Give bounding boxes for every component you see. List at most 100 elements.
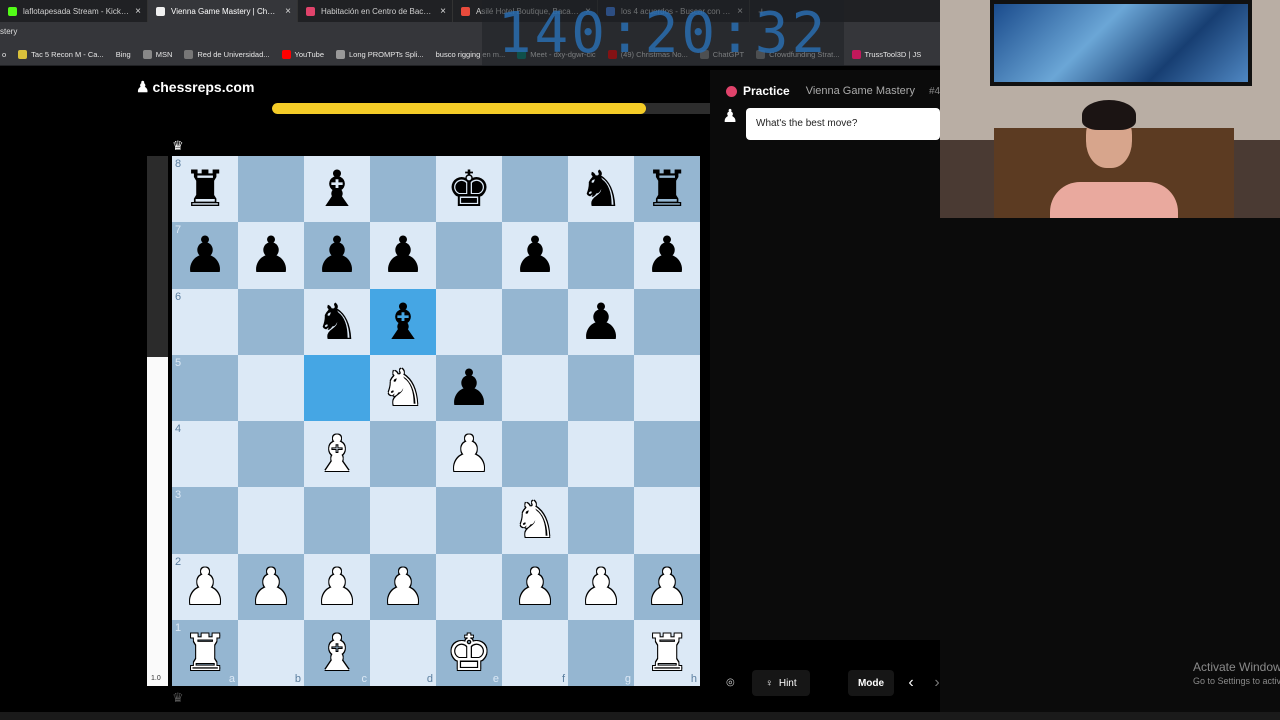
black-pawn-icon[interactable]: ♟ bbox=[447, 363, 492, 413]
tab-close-icon[interactable]: × bbox=[285, 6, 291, 17]
black-pawn-icon[interactable]: ♟ bbox=[579, 297, 624, 347]
white-pawn-icon[interactable]: ♟ bbox=[447, 429, 492, 479]
square-h3[interactable] bbox=[634, 487, 700, 554]
white-pawn-icon[interactable]: ♟ bbox=[645, 562, 690, 612]
square-c3[interactable] bbox=[304, 487, 370, 554]
square-a6[interactable]: 6 bbox=[172, 288, 238, 355]
black-pawn-icon[interactable]: ♟ bbox=[315, 230, 360, 280]
square-e4[interactable]: ♟ bbox=[436, 421, 502, 488]
square-b6[interactable] bbox=[238, 288, 304, 355]
square-a8[interactable]: 8 ♜ bbox=[172, 156, 238, 223]
white-bishop-icon[interactable]: ♝ bbox=[315, 429, 360, 479]
browser-tab[interactable]: laflotapesada Stream - Kick Dashb × bbox=[0, 0, 148, 22]
white-pawn-icon[interactable]: ♟ bbox=[315, 562, 360, 612]
square-e6[interactable] bbox=[436, 288, 502, 355]
white-rook-icon[interactable]: ♜ bbox=[183, 628, 228, 678]
bookmark-item[interactable]: o bbox=[2, 50, 6, 59]
white-pawn-icon[interactable]: ♟ bbox=[513, 562, 558, 612]
black-rook-icon[interactable]: ♜ bbox=[645, 164, 690, 214]
square-e5[interactable]: ♟ bbox=[436, 354, 502, 421]
black-king-icon[interactable]: ♚ bbox=[447, 164, 492, 214]
square-a1[interactable]: 1 a ♜ bbox=[172, 619, 238, 686]
black-pawn-icon[interactable]: ♟ bbox=[645, 230, 690, 280]
black-bishop-icon[interactable]: ♝ bbox=[315, 164, 360, 214]
square-f2[interactable]: ♟ bbox=[502, 553, 568, 620]
square-d6[interactable]: ♝ bbox=[370, 288, 436, 355]
black-pawn-icon[interactable]: ♟ bbox=[183, 230, 228, 280]
black-rook-icon[interactable]: ♜ bbox=[183, 164, 228, 214]
bookmark-item[interactable]: Red de Universidad... bbox=[184, 50, 270, 59]
hint-button[interactable]: ♀ Hint bbox=[752, 670, 810, 696]
square-c5[interactable] bbox=[304, 354, 370, 421]
square-d1[interactable]: d bbox=[370, 619, 436, 686]
square-f3[interactable]: ♞ bbox=[502, 487, 568, 554]
chess-board[interactable]: 8 ♜ ♝ ♚ ♞ ♜ 7 ♟ ♟ ♟ ♟ ♟ ♟ 6 ♞ ♝ ♟ 5 ♞ ♟ 4 ♝ ♟ 3 ♞ 2 ♟ ♟ ♟ ♟ ♟ ♟ ♟ 1 a ♜ b c ♝ d… bbox=[172, 156, 700, 686]
square-h1[interactable]: h ♜ bbox=[634, 619, 700, 686]
browser-tab[interactable]: Habitación en Centro de Bacalar × bbox=[298, 0, 453, 22]
bookmark-item[interactable]: TrussTool3D | JS bbox=[851, 50, 921, 59]
white-king-icon[interactable]: ♚ bbox=[447, 628, 492, 678]
square-f7[interactable]: ♟ bbox=[502, 222, 568, 289]
square-b4[interactable] bbox=[238, 421, 304, 488]
square-b3[interactable] bbox=[238, 487, 304, 554]
square-h6[interactable] bbox=[634, 288, 700, 355]
bookmark-item[interactable]: YouTube bbox=[281, 50, 324, 59]
square-a5[interactable]: 5 bbox=[172, 354, 238, 421]
square-d3[interactable] bbox=[370, 487, 436, 554]
square-e3[interactable] bbox=[436, 487, 502, 554]
black-pawn-icon[interactable]: ♟ bbox=[381, 230, 426, 280]
square-g1[interactable]: g bbox=[568, 619, 634, 686]
brand-logo[interactable]: ♟ chessreps.com bbox=[136, 78, 254, 96]
square-c6[interactable]: ♞ bbox=[304, 288, 370, 355]
square-a4[interactable]: 4 bbox=[172, 421, 238, 488]
square-c1[interactable]: c ♝ bbox=[304, 619, 370, 686]
square-b2[interactable]: ♟ bbox=[238, 553, 304, 620]
bookmark-item[interactable]: Tac 5 Recon M - Ca... bbox=[18, 50, 104, 59]
square-f1[interactable]: f bbox=[502, 619, 568, 686]
bookmark-item[interactable]: Bing bbox=[116, 50, 131, 59]
square-g3[interactable] bbox=[568, 487, 634, 554]
square-c4[interactable]: ♝ bbox=[304, 421, 370, 488]
square-g5[interactable] bbox=[568, 354, 634, 421]
white-knight-icon[interactable]: ♞ bbox=[381, 363, 426, 413]
square-b5[interactable] bbox=[238, 354, 304, 421]
white-rook-icon[interactable]: ♜ bbox=[645, 628, 690, 678]
mode-button[interactable]: Mode bbox=[848, 670, 894, 696]
white-pawn-icon[interactable]: ♟ bbox=[381, 562, 426, 612]
square-a2[interactable]: 2 ♟ bbox=[172, 553, 238, 620]
square-h7[interactable]: ♟ bbox=[634, 222, 700, 289]
square-g6[interactable]: ♟ bbox=[568, 288, 634, 355]
square-c7[interactable]: ♟ bbox=[304, 222, 370, 289]
white-pawn-icon[interactable]: ♟ bbox=[579, 562, 624, 612]
square-e2[interactable] bbox=[436, 553, 502, 620]
square-c2[interactable]: ♟ bbox=[304, 553, 370, 620]
white-knight-icon[interactable]: ♞ bbox=[513, 495, 558, 545]
settings-icon[interactable]: ◎ bbox=[726, 677, 735, 688]
previous-move-button[interactable]: ‹ bbox=[902, 670, 920, 696]
white-bishop-icon[interactable]: ♝ bbox=[315, 628, 360, 678]
square-a7[interactable]: 7 ♟ bbox=[172, 222, 238, 289]
browser-tab[interactable]: Vienna Game Mastery | Chessrep × bbox=[148, 0, 298, 22]
white-pawn-icon[interactable]: ♟ bbox=[249, 562, 294, 612]
square-a3[interactable]: 3 bbox=[172, 487, 238, 554]
square-d2[interactable]: ♟ bbox=[370, 553, 436, 620]
square-g2[interactable]: ♟ bbox=[568, 553, 634, 620]
black-knight-icon[interactable]: ♞ bbox=[315, 297, 360, 347]
square-h4[interactable] bbox=[634, 421, 700, 488]
square-b8[interactable] bbox=[238, 156, 304, 223]
bookmark-item[interactable]: Long PROMPTs Spli... bbox=[336, 50, 424, 59]
square-e8[interactable]: ♚ bbox=[436, 156, 502, 223]
square-f4[interactable] bbox=[502, 421, 568, 488]
square-e7[interactable] bbox=[436, 222, 502, 289]
square-f6[interactable] bbox=[502, 288, 568, 355]
black-bishop-icon[interactable]: ♝ bbox=[381, 297, 426, 347]
square-h8[interactable]: ♜ bbox=[634, 156, 700, 223]
bookmark-item[interactable]: MSN bbox=[142, 50, 172, 59]
square-d4[interactable] bbox=[370, 421, 436, 488]
square-d7[interactable]: ♟ bbox=[370, 222, 436, 289]
square-d8[interactable] bbox=[370, 156, 436, 223]
square-d5[interactable]: ♞ bbox=[370, 354, 436, 421]
square-f8[interactable] bbox=[502, 156, 568, 223]
square-f5[interactable] bbox=[502, 354, 568, 421]
black-knight-icon[interactable]: ♞ bbox=[579, 164, 624, 214]
